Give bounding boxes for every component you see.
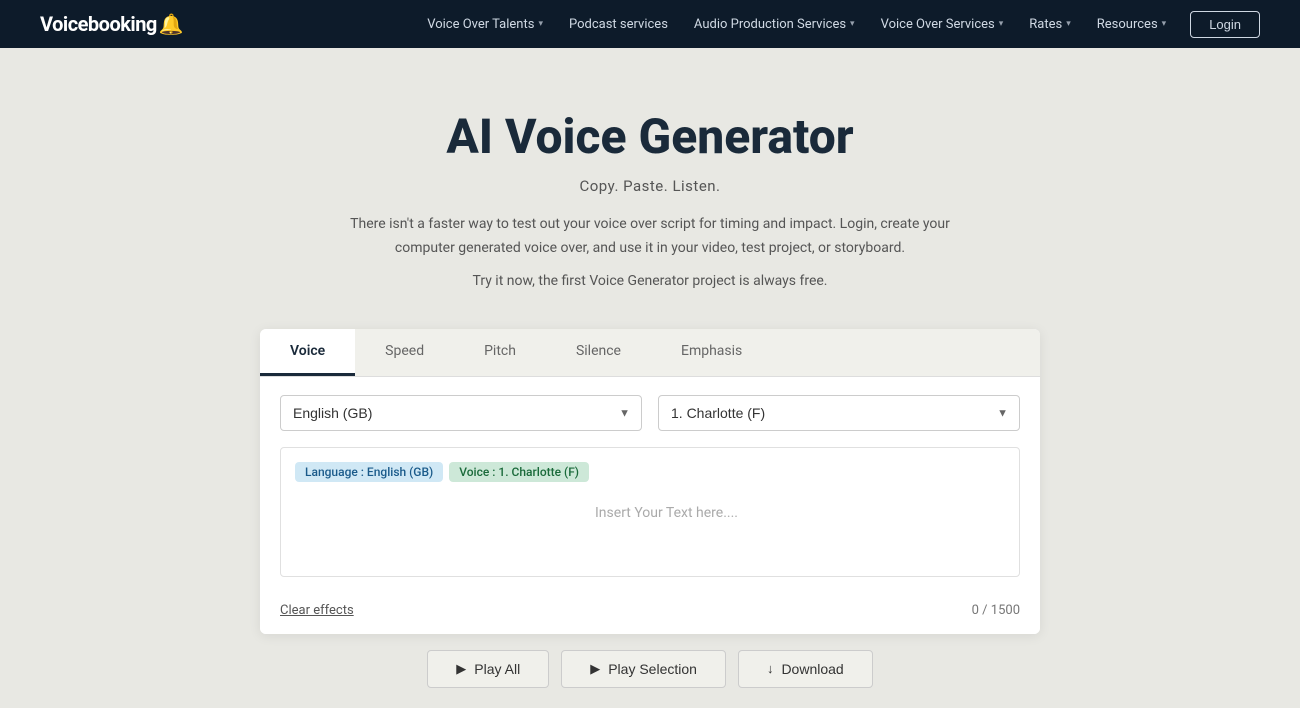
nav-menu: Voice Over Talents▾Podcast servicesAudio…: [417, 11, 1260, 38]
nav-item-rates[interactable]: Rates▾: [1019, 11, 1080, 38]
logo[interactable]: Voicebooking 🔔: [40, 12, 184, 36]
download-icon: ↓: [767, 661, 774, 676]
nav-item-resources[interactable]: Resources▾: [1087, 11, 1176, 38]
play-all-button[interactable]: ▶ Play All: [427, 650, 549, 688]
hero-title: AI Voice Generator: [20, 108, 1280, 165]
download-button[interactable]: ↓ Download: [738, 650, 873, 688]
login-button[interactable]: Login: [1190, 11, 1260, 38]
tab-voice[interactable]: Voice: [260, 329, 355, 376]
navbar: Voicebooking 🔔 Voice Over Talents▾Podcas…: [0, 0, 1300, 48]
voice-tag[interactable]: Voice : 1. Charlotte (F): [449, 462, 589, 482]
play-all-label: Play All: [474, 661, 520, 677]
voice-selector-wrapper: 1. Charlotte (F)2. Harry (M)3. Sophie (F…: [658, 395, 1020, 431]
play-selection-icon: ▶: [590, 661, 600, 677]
voice-select[interactable]: 1. Charlotte (F)2. Harry (M)3. Sophie (F…: [658, 395, 1020, 431]
action-buttons: ▶ Play All ▶ Play Selection ↓ Download: [260, 634, 1040, 708]
text-editor[interactable]: Language : English (GB) Voice : 1. Charl…: [280, 447, 1020, 577]
main-card: VoiceSpeedPitchSilenceEmphasis English (…: [260, 329, 1040, 634]
hero-note: Try it now, the first Voice Generator pr…: [20, 273, 1280, 289]
chevron-down-icon: ▾: [999, 19, 1004, 29]
tab-emphasis[interactable]: Emphasis: [651, 329, 772, 376]
editor-area: Language : English (GB) Voice : 1. Charl…: [260, 431, 1040, 593]
card-footer: Clear effects 0 / 1500: [260, 593, 1040, 634]
download-label: Download: [781, 661, 843, 677]
hero-description: There isn't a faster way to test out you…: [350, 213, 950, 261]
nav-item-audio-production-services[interactable]: Audio Production Services▾: [684, 11, 865, 38]
tab-pitch[interactable]: Pitch: [454, 329, 546, 376]
play-selection-label: Play Selection: [608, 661, 697, 677]
tab-bar: VoiceSpeedPitchSilenceEmphasis: [260, 329, 1040, 377]
nav-item-podcast-services[interactable]: Podcast services: [559, 11, 678, 38]
tab-speed[interactable]: Speed: [355, 329, 454, 376]
nav-item-voice-over-talents[interactable]: Voice Over Talents▾: [417, 11, 553, 38]
tab-silence[interactable]: Silence: [546, 329, 651, 376]
language-selector-wrapper: English (GB)English (US)FrenchGermanSpan…: [280, 395, 642, 431]
editor-placeholder: Insert Your Text here....: [595, 503, 738, 521]
hero-section: AI Voice Generator Copy. Paste. Listen. …: [0, 48, 1300, 329]
selectors-row: English (GB)English (US)FrenchGermanSpan…: [260, 377, 1040, 431]
char-count: 0 / 1500: [972, 603, 1020, 618]
brand-icon: 🔔: [159, 12, 184, 36]
clear-effects-link[interactable]: Clear effects: [280, 603, 354, 618]
hero-subtitle: Copy. Paste. Listen.: [20, 177, 1280, 195]
chevron-down-icon: ▾: [1066, 19, 1071, 29]
chevron-down-icon: ▾: [538, 19, 543, 29]
play-selection-button[interactable]: ▶ Play Selection: [561, 650, 726, 688]
chevron-down-icon: ▾: [850, 19, 855, 29]
brand-name: Voicebooking: [40, 12, 157, 36]
play-all-icon: ▶: [456, 661, 466, 677]
chevron-down-icon: ▾: [1162, 19, 1167, 29]
nav-item-voice-over-services[interactable]: Voice Over Services▾: [871, 11, 1014, 38]
language-tag[interactable]: Language : English (GB): [295, 462, 443, 482]
language-select[interactable]: English (GB)English (US)FrenchGermanSpan…: [280, 395, 642, 431]
